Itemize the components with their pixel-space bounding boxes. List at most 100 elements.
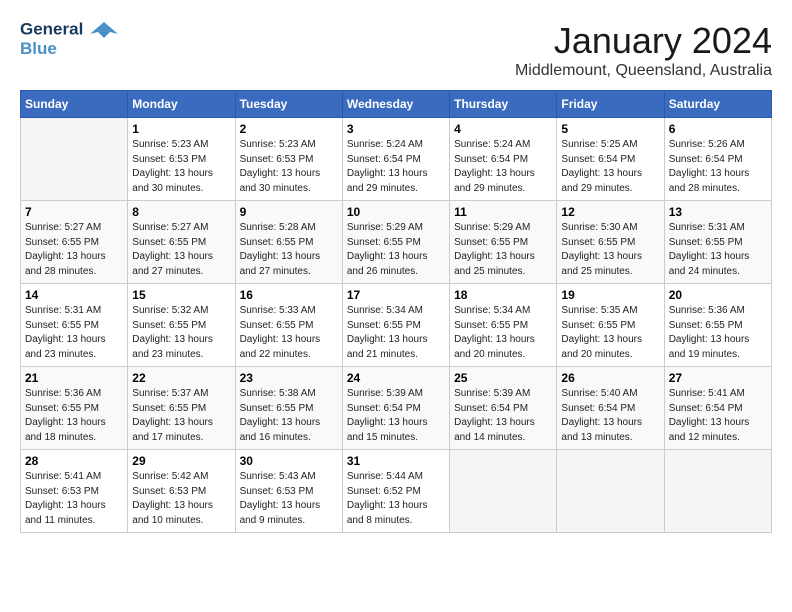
table-row: 26 Sunrise: 5:40 AMSunset: 6:54 PMDayligh… (557, 367, 664, 450)
day-info: Sunrise: 5:28 AMSunset: 6:55 PMDaylight:… (240, 221, 338, 279)
day-number: 18 (454, 288, 552, 302)
table-row: 30 Sunrise: 5:43 AMSunset: 6:53 PMDayligh… (235, 450, 342, 533)
day-number: 27 (669, 371, 767, 385)
day-info: Sunrise: 5:26 AMSunset: 6:54 PMDaylight:… (669, 138, 767, 196)
day-number: 30 (240, 454, 338, 468)
table-row: 6 Sunrise: 5:26 AMSunset: 6:54 PMDaylight… (664, 118, 771, 201)
day-number: 28 (25, 454, 123, 468)
table-row: 2 Sunrise: 5:23 AMSunset: 6:53 PMDaylight… (235, 118, 342, 201)
table-row: 20 Sunrise: 5:36 AMSunset: 6:55 PMDayligh… (664, 284, 771, 367)
weekday-header-wednesday: Wednesday (342, 91, 449, 118)
weekday-header-saturday: Saturday (664, 91, 771, 118)
table-row: 21Sunrise: 5:36 AMSunset: 6:55 PMDayligh… (21, 367, 128, 450)
day-number: 19 (561, 288, 659, 302)
table-row: 22 Sunrise: 5:37 AMSunset: 6:55 PMDayligh… (128, 367, 235, 450)
day-number: 11 (454, 205, 552, 219)
day-info: Sunrise: 5:37 AMSunset: 6:55 PMDaylight:… (132, 387, 230, 445)
day-number: 10 (347, 205, 445, 219)
day-number: 23 (240, 371, 338, 385)
day-number: 31 (347, 454, 445, 468)
day-number: 8 (132, 205, 230, 219)
weekday-header-tuesday: Tuesday (235, 91, 342, 118)
logo-general: General (20, 19, 83, 38)
day-number: 12 (561, 205, 659, 219)
day-number: 9 (240, 205, 338, 219)
day-number: 25 (454, 371, 552, 385)
day-number: 26 (561, 371, 659, 385)
table-row (450, 450, 557, 533)
table-row: 18 Sunrise: 5:34 AMSunset: 6:55 PMDayligh… (450, 284, 557, 367)
day-number: 1 (132, 122, 230, 136)
table-row: 11 Sunrise: 5:29 AMSunset: 6:55 PMDayligh… (450, 201, 557, 284)
table-row: 24 Sunrise: 5:39 AMSunset: 6:54 PMDayligh… (342, 367, 449, 450)
day-info: Sunrise: 5:39 AMSunset: 6:54 PMDaylight:… (454, 387, 552, 445)
table-row (664, 450, 771, 533)
day-number: 6 (669, 122, 767, 136)
day-info: Sunrise: 5:42 AMSunset: 6:53 PMDaylight:… (132, 470, 230, 528)
day-info: Sunrise: 5:44 AMSunset: 6:52 PMDaylight:… (347, 470, 445, 528)
day-number: 17 (347, 288, 445, 302)
day-info: Sunrise: 5:32 AMSunset: 6:55 PMDaylight:… (132, 304, 230, 362)
table-row: 3Sunrise: 5:24 AMSunset: 6:54 PMDaylight… (342, 118, 449, 201)
table-row: 29 Sunrise: 5:42 AMSunset: 6:53 PMDayligh… (128, 450, 235, 533)
table-row: 8 Sunrise: 5:27 AMSunset: 6:55 PMDaylight… (128, 201, 235, 284)
table-row: 19 Sunrise: 5:35 AMSunset: 6:55 PMDayligh… (557, 284, 664, 367)
day-number: 20 (669, 288, 767, 302)
weekday-header-friday: Friday (557, 91, 664, 118)
location-title: Middlemount, Queensland, Australia (515, 62, 772, 80)
day-info: Sunrise: 5:34 AMSunset: 6:55 PMDaylight:… (454, 304, 552, 362)
day-info: Sunrise: 5:36 AMSunset: 6:55 PMDaylight:… (669, 304, 767, 362)
day-info: Sunrise: 5:35 AMSunset: 6:55 PMDaylight:… (561, 304, 659, 362)
day-info: Sunrise: 5:24 AMSunset: 6:54 PMDaylight:… (454, 138, 552, 196)
table-row: 17Sunrise: 5:34 AMSunset: 6:55 PMDayligh… (342, 284, 449, 367)
table-row: 16Sunrise: 5:33 AMSunset: 6:55 PMDayligh… (235, 284, 342, 367)
day-info: Sunrise: 5:30 AMSunset: 6:55 PMDaylight:… (561, 221, 659, 279)
day-number: 16 (240, 288, 338, 302)
day-info: Sunrise: 5:31 AMSunset: 6:55 PMDaylight:… (25, 304, 123, 362)
day-info: Sunrise: 5:41 AMSunset: 6:54 PMDaylight:… (669, 387, 767, 445)
day-info: Sunrise: 5:29 AMSunset: 6:55 PMDaylight:… (347, 221, 445, 279)
table-row: 1 Sunrise: 5:23 AMSunset: 6:53 PMDaylight… (128, 118, 235, 201)
day-number: 15 (132, 288, 230, 302)
day-info: Sunrise: 5:29 AMSunset: 6:55 PMDaylight:… (454, 221, 552, 279)
day-info: Sunrise: 5:24 AMSunset: 6:54 PMDaylight:… (347, 138, 445, 196)
table-row (557, 450, 664, 533)
table-row: 28 Sunrise: 5:41 AMSunset: 6:53 PMDayligh… (21, 450, 128, 533)
logo: General Blue (20, 20, 118, 59)
logo-bird-icon (90, 20, 118, 40)
day-info: Sunrise: 5:40 AMSunset: 6:54 PMDaylight:… (561, 387, 659, 445)
weekday-header-thursday: Thursday (450, 91, 557, 118)
day-info: Sunrise: 5:23 AMSunset: 6:53 PMDaylight:… (132, 138, 230, 196)
table-row: 15 Sunrise: 5:32 AMSunset: 6:55 PMDayligh… (128, 284, 235, 367)
table-row: 7 Sunrise: 5:27 AMSunset: 6:55 PMDaylight… (21, 201, 128, 284)
day-info: Sunrise: 5:23 AMSunset: 6:53 PMDaylight:… (240, 138, 338, 196)
day-info: Sunrise: 5:36 AMSunset: 6:55 PMDaylight:… (25, 387, 123, 445)
table-row: 14 Sunrise: 5:31 AMSunset: 6:55 PMDayligh… (21, 284, 128, 367)
day-info: Sunrise: 5:39 AMSunset: 6:54 PMDaylight:… (347, 387, 445, 445)
table-row: 4 Sunrise: 5:24 AMSunset: 6:54 PMDaylight… (450, 118, 557, 201)
day-info: Sunrise: 5:41 AMSunset: 6:53 PMDaylight:… (25, 470, 123, 528)
day-number: 29 (132, 454, 230, 468)
weekday-header-monday: Monday (128, 91, 235, 118)
day-number: 13 (669, 205, 767, 219)
day-info: Sunrise: 5:27 AMSunset: 6:55 PMDaylight:… (132, 221, 230, 279)
day-number: 4 (454, 122, 552, 136)
day-number: 7 (25, 205, 123, 219)
day-info: Sunrise: 5:25 AMSunset: 6:54 PMDaylight:… (561, 138, 659, 196)
month-title: January 2024 (515, 20, 772, 62)
day-number: 2 (240, 122, 338, 136)
table-row: 27 Sunrise: 5:41 AMSunset: 6:54 PMDayligh… (664, 367, 771, 450)
day-info: Sunrise: 5:43 AMSunset: 6:53 PMDaylight:… (240, 470, 338, 528)
table-row: 23 Sunrise: 5:38 AMSunset: 6:55 PMDayligh… (235, 367, 342, 450)
day-info: Sunrise: 5:27 AMSunset: 6:55 PMDaylight:… (25, 221, 123, 279)
table-row: 31 Sunrise: 5:44 AMSunset: 6:52 PMDayligh… (342, 450, 449, 533)
day-number: 14 (25, 288, 123, 302)
table-row: 9 Sunrise: 5:28 AMSunset: 6:55 PMDaylight… (235, 201, 342, 284)
day-info: Sunrise: 5:38 AMSunset: 6:55 PMDaylight:… (240, 387, 338, 445)
day-number: 24 (347, 371, 445, 385)
day-info: Sunrise: 5:31 AMSunset: 6:55 PMDaylight:… (669, 221, 767, 279)
day-number: 5 (561, 122, 659, 136)
day-number: 22 (132, 371, 230, 385)
weekday-header-sunday: Sunday (21, 91, 128, 118)
table-row (21, 118, 128, 201)
